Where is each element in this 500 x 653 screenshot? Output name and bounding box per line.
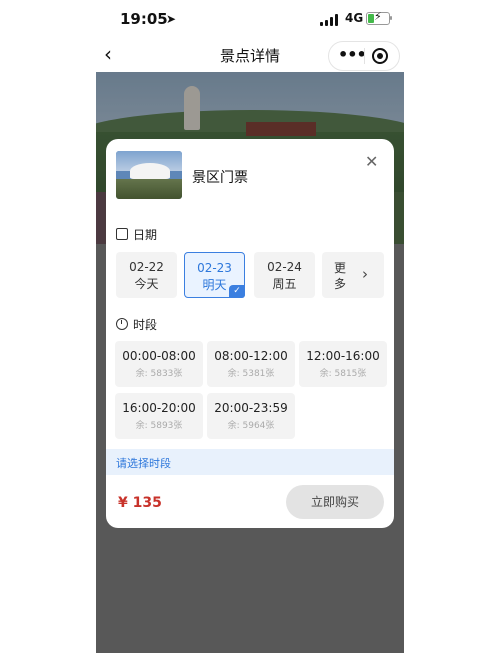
clock-icon — [116, 318, 128, 330]
date-option[interactable]: 02-22 今天 — [116, 252, 177, 298]
network-type: 4G — [345, 11, 364, 25]
location-arrow-icon: ➤ — [166, 12, 177, 26]
time-slot[interactable]: 00:00-08:00 余: 5833张 — [115, 341, 203, 387]
status-bar: 19:05 ➤ 4G ⚡ — [96, 0, 404, 40]
selection-hint-bar: 请选择时段 — [106, 449, 394, 475]
battery-icon: ⚡ — [366, 10, 390, 25]
price: ¥ 135 — [118, 495, 162, 511]
nav-bar: ‹ 景点详情 ••• — [96, 40, 404, 72]
battery-tip — [390, 16, 392, 20]
product-thumbnail — [116, 151, 182, 199]
time-slot[interactable]: 12:00-16:00 余: 5815张 — [299, 341, 387, 387]
miniprogram-capsule: ••• — [328, 41, 400, 71]
close-icon[interactable]: ✕ — [365, 152, 378, 171]
status-time: 19:05 — [120, 10, 168, 28]
ticket-modal: 景区门票 ✕ 日期 02-22 今天 02-23 明天 ✓ 02-24 周五 更… — [106, 139, 394, 528]
signal-icon — [320, 14, 340, 26]
close-miniprogram-icon[interactable] — [372, 48, 388, 64]
time-slot[interactable]: 16:00-20:00 余: 5893张 — [115, 393, 203, 439]
buy-now-button[interactable]: 立即购买 — [286, 485, 384, 519]
more-dates-button[interactable]: 更多 › — [322, 252, 384, 298]
checkmark-icon: ✓ — [229, 285, 245, 298]
chevron-right-icon: › — [362, 265, 368, 283]
date-option-selected[interactable]: 02-23 明天 ✓ — [184, 252, 245, 298]
date-section-title: 日期 — [116, 226, 157, 243]
time-slot[interactable]: 08:00-12:00 余: 5381张 — [207, 341, 295, 387]
date-option[interactable]: 02-24 周五 — [254, 252, 315, 298]
capsule-divider — [364, 48, 365, 64]
calendar-icon — [116, 228, 128, 240]
time-section-title: 时段 — [116, 316, 157, 333]
product-name: 景区门票 — [192, 170, 248, 186]
selection-hint: 请选择时段 — [116, 457, 171, 470]
more-icon[interactable]: ••• — [338, 45, 367, 64]
time-slot[interactable]: 20:00-23:59 余: 5964张 — [207, 393, 295, 439]
